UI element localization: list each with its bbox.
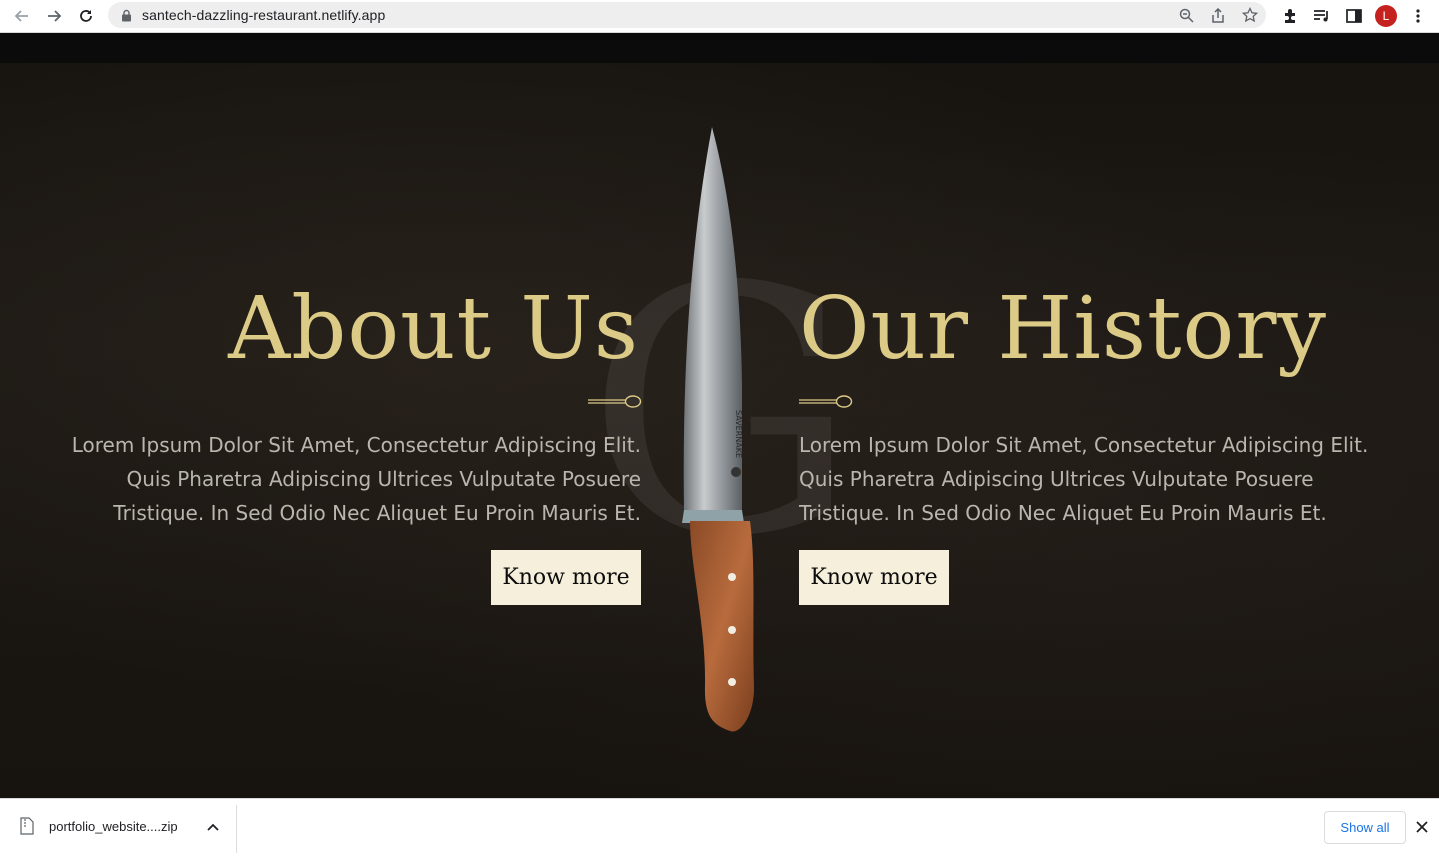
knife-image: SAVERNAKE: [682, 127, 755, 732]
download-bar: portfolio_website....zip Show all: [0, 798, 1439, 856]
history-description: Lorem Ipsum Dolor Sit Amet, Consectetur …: [799, 428, 1419, 530]
download-file-name[interactable]: portfolio_website....zip: [49, 819, 178, 834]
divider: [236, 805, 237, 853]
address-bar[interactable]: santech-dazzling-restaurant.netlify.app: [108, 2, 1266, 28]
arrow-right-icon: [48, 10, 62, 22]
spoon-divider-icon: [799, 395, 853, 408]
arrow-left-icon: [14, 10, 28, 22]
about-description: Lorem Ipsum Dolor Sit Amet, Consectetur …: [21, 428, 641, 530]
reload-button[interactable]: [74, 4, 98, 28]
share-icon[interactable]: [1210, 7, 1226, 23]
history-title: Our History: [799, 279, 1328, 379]
profile-avatar[interactable]: L: [1375, 5, 1397, 27]
lock-icon: [118, 7, 134, 23]
back-button[interactable]: [10, 4, 34, 28]
spoon-divider-icon: [588, 395, 642, 408]
show-all-button[interactable]: Show all: [1324, 811, 1406, 844]
side-panel-icon[interactable]: [1343, 5, 1365, 27]
close-icon[interactable]: [1412, 817, 1432, 837]
chevron-up-icon[interactable]: [203, 817, 223, 837]
media-control-icon[interactable]: [1311, 5, 1333, 27]
history-know-more-button[interactable]: Know more: [799, 550, 949, 605]
zoom-icon[interactable]: [1178, 7, 1194, 23]
reload-icon: [80, 10, 92, 22]
history-line: Tristique. In Sed Odio Nec Aliquet Eu Pr…: [799, 501, 1327, 525]
about-line: Lorem Ipsum Dolor Sit Amet, Consectetur …: [71, 433, 641, 457]
history-line: Quis Pharetra Adipiscing Ultrices Vulput…: [799, 467, 1314, 491]
forward-button[interactable]: [42, 4, 66, 28]
knife-brand-text: SAVERNAKE: [734, 410, 743, 458]
extensions-icon[interactable]: [1279, 5, 1301, 27]
about-know-more-button[interactable]: Know more: [491, 550, 641, 605]
url-text: santech-dazzling-restaurant.netlify.app: [142, 7, 386, 23]
site-navbar-strip: [0, 33, 1439, 63]
zip-file-icon: [20, 817, 34, 835]
about-line: Tristique. In Sed Odio Nec Aliquet Eu Pr…: [113, 501, 641, 525]
browser-toolbar: santech-dazzling-restaurant.netlify.app …: [0, 0, 1439, 33]
bookmark-star-icon[interactable]: [1242, 7, 1258, 23]
menu-kebab-icon[interactable]: [1407, 5, 1429, 27]
about-history-section: G About Us Lorem Ipsum Dolor Sit Amet, C…: [0, 33, 1439, 798]
history-line: Lorem Ipsum Dolor Sit Amet, Consectetur …: [799, 433, 1369, 457]
about-line: Quis Pharetra Adipiscing Ultrices Vulput…: [126, 467, 641, 491]
about-title: About Us: [228, 279, 639, 379]
